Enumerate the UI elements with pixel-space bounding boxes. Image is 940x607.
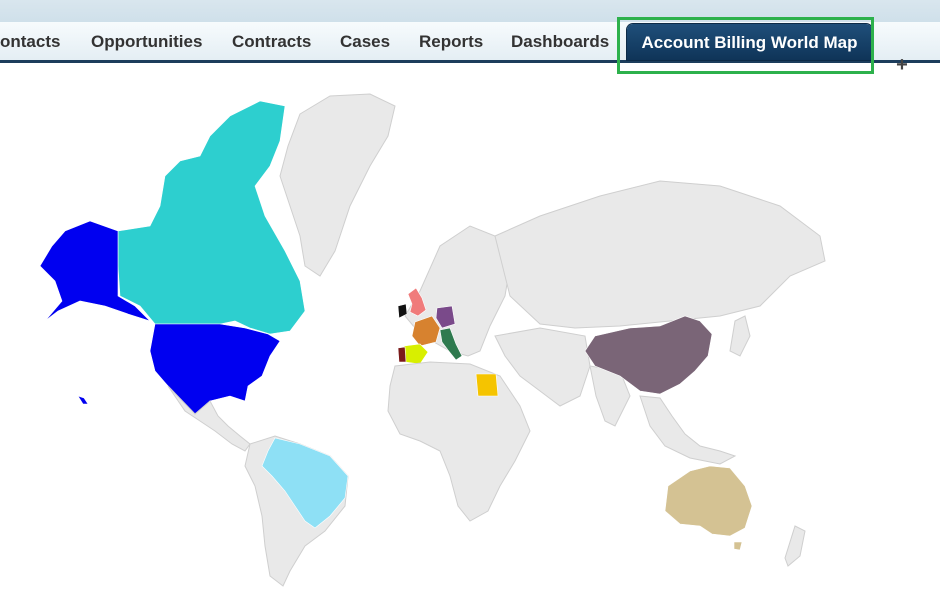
world-map bbox=[39, 93, 826, 587]
southeast-asia[interactable] bbox=[639, 395, 737, 465]
tab-contacts[interactable]: ontacts bbox=[0, 22, 60, 60]
top-strip bbox=[0, 0, 940, 22]
egypt[interactable] bbox=[475, 373, 499, 397]
tab-cases[interactable]: Cases bbox=[340, 22, 390, 60]
canada[interactable] bbox=[117, 100, 306, 335]
new-zealand[interactable] bbox=[784, 525, 806, 567]
tab-account-billing-world-map[interactable]: Account Billing World Map bbox=[627, 24, 872, 60]
spain[interactable] bbox=[403, 343, 429, 365]
greenland[interactable] bbox=[279, 93, 396, 277]
russia[interactable] bbox=[494, 180, 826, 329]
tasmania bbox=[733, 541, 743, 551]
hawaii bbox=[77, 395, 89, 405]
tab-opportunities[interactable]: Opportunities bbox=[91, 22, 202, 60]
japan[interactable] bbox=[729, 315, 751, 357]
tab-contracts[interactable]: Contracts bbox=[232, 22, 311, 60]
portugal[interactable] bbox=[397, 346, 407, 363]
tab-dashboards[interactable]: Dashboards bbox=[511, 22, 609, 60]
australia[interactable] bbox=[664, 465, 753, 537]
usa[interactable] bbox=[149, 323, 281, 415]
africa[interactable] bbox=[387, 361, 531, 522]
tab-reports[interactable]: Reports bbox=[419, 22, 483, 60]
tab-bar: ontacts Opportunities Contracts Cases Re… bbox=[0, 22, 940, 76]
